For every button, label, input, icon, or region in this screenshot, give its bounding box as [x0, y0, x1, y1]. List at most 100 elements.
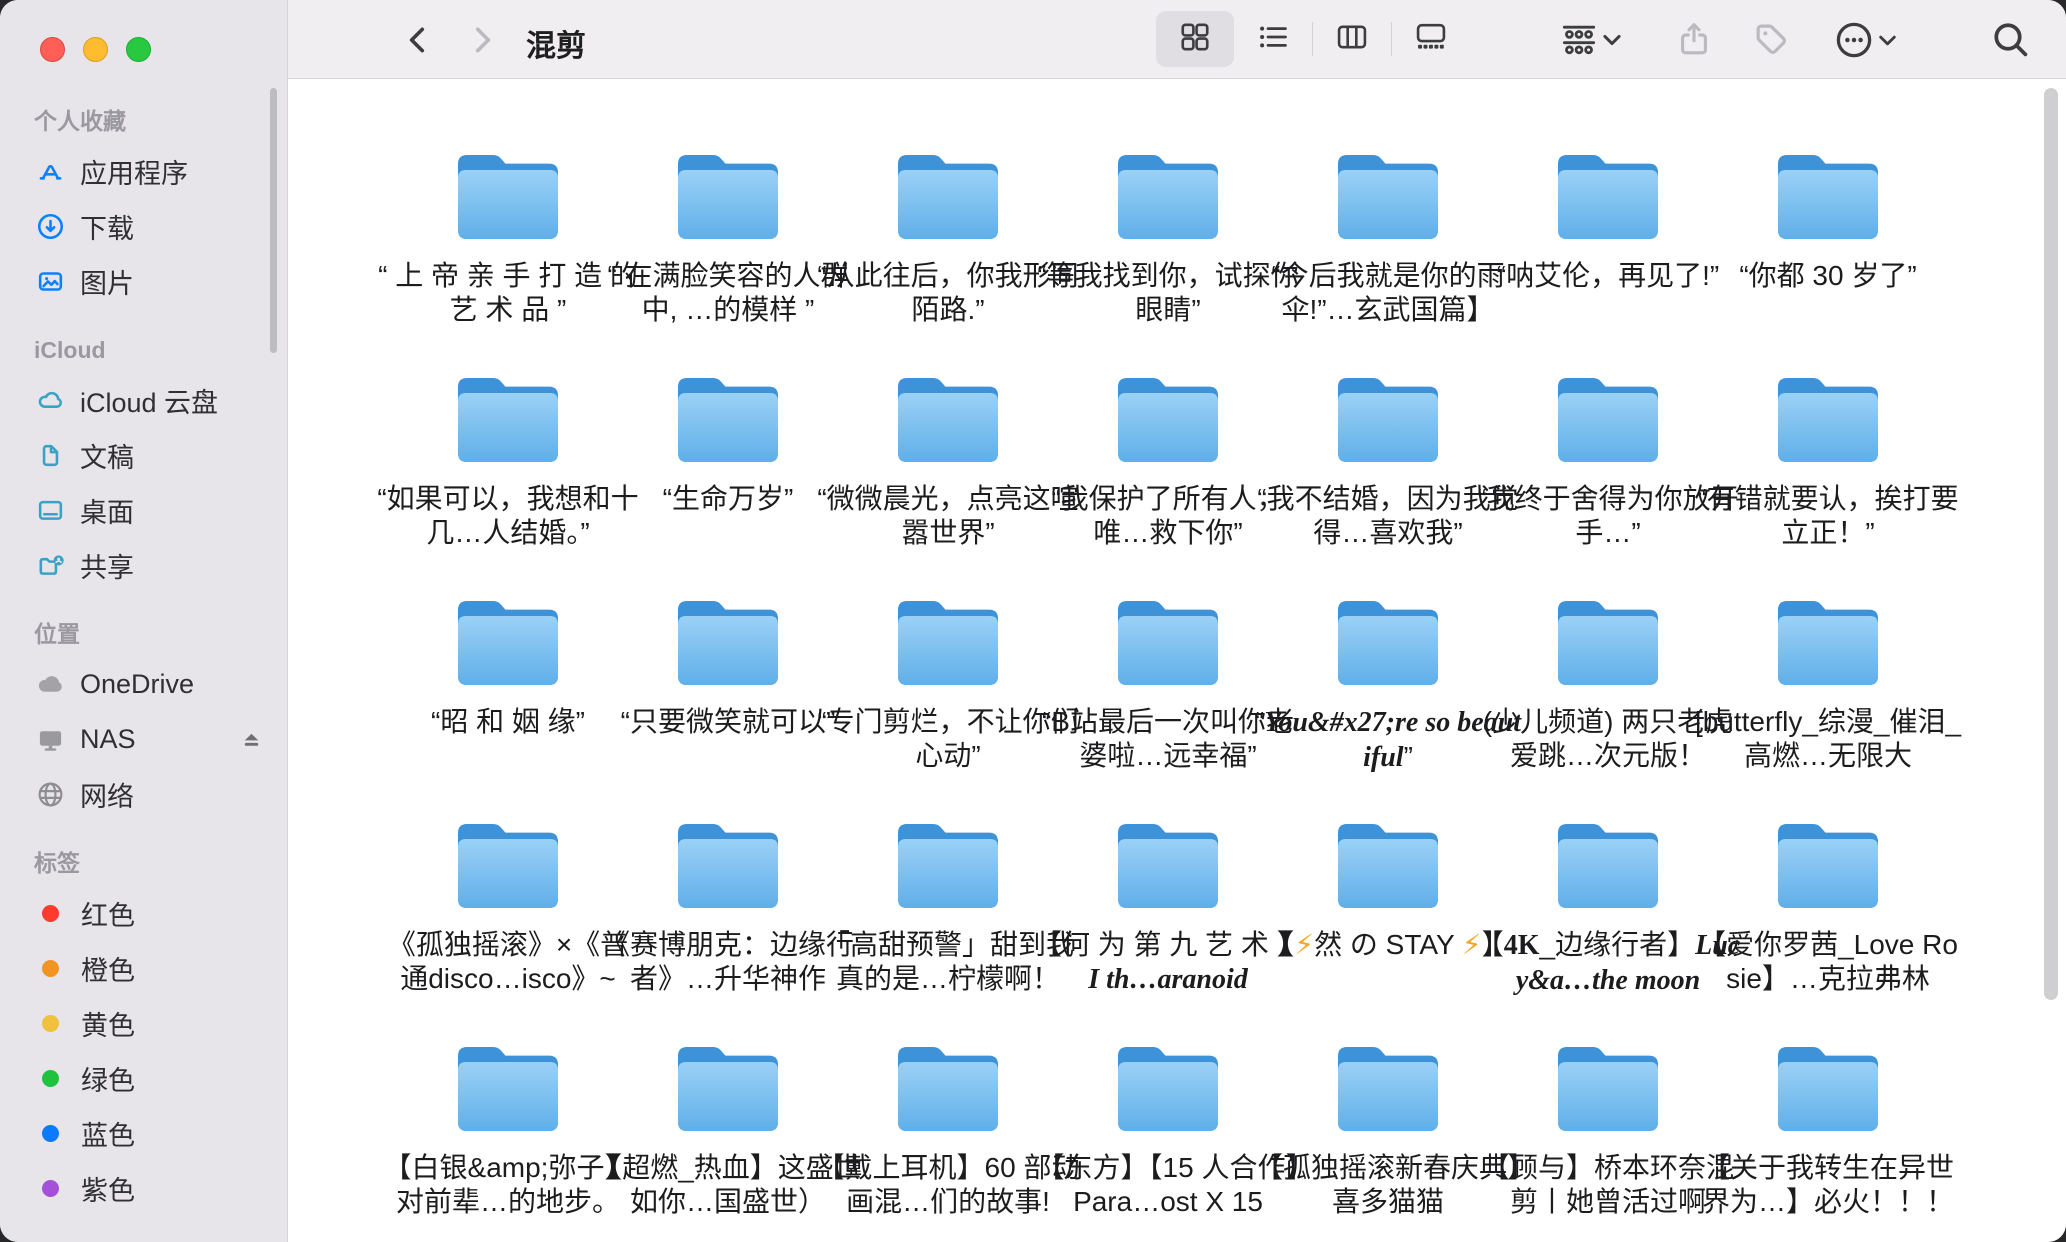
folder-item[interactable]: “我终于舍得为你放开手…”: [1498, 344, 1718, 567]
folder-icon: [1553, 1043, 1663, 1135]
sidebar-item[interactable]: OneDrive: [0, 657, 287, 712]
folder-item[interactable]: “呐艾伦，再见了!”: [1498, 121, 1718, 344]
folder-item[interactable]: “从此往后，你我形同陌路.”: [838, 121, 1058, 344]
eject-icon[interactable]: [238, 726, 265, 753]
folder-item[interactable]: 【何 为 第 九 艺 术 】I th…aranoid: [1058, 790, 1278, 1013]
sidebar-item-label: 紫色: [81, 1169, 135, 1208]
share-button[interactable]: [1672, 18, 1716, 62]
folder-icon: [893, 374, 1003, 466]
list-view-button[interactable]: [1234, 11, 1312, 67]
folder-item[interactable]: “今后我就是你的雨伞!”…玄武国篇】: [1278, 121, 1498, 344]
folder-item[interactable]: 【关于我转生在异世界为…】必火！！！: [1718, 1013, 1938, 1236]
folder-label: [butterfly_综漫_催泪_高燃…无限大: [1694, 705, 1962, 773]
folder-item[interactable]: “等我找到你，试探你眼睛”: [1058, 121, 1278, 344]
sidebar-item[interactable]: 图片: [0, 254, 287, 309]
folder-item[interactable]: “你都 30 岁了”: [1718, 121, 1938, 344]
sidebar-item-label: 网络: [80, 775, 134, 814]
folder-item[interactable]: “我不结婚，因为我觉得…喜欢我”: [1278, 344, 1498, 567]
sidebar-item-label: NAS: [80, 724, 136, 755]
document-icon: [34, 440, 66, 472]
cloud-icon: [34, 385, 66, 417]
sidebar-item[interactable]: 蓝色: [0, 1106, 287, 1161]
folder-item[interactable]: 「高甜预警」甜到我真的是…柠檬啊！: [838, 790, 1058, 1013]
folder-item[interactable]: 【超燃_热血】这盛世如你…国盛世）: [618, 1013, 838, 1236]
folder-item[interactable]: “生命万岁”: [618, 344, 838, 567]
chevron-left-icon: [401, 23, 435, 57]
zoom-button[interactable]: [126, 37, 151, 62]
folder-item[interactable]: 《赛博朋克：边缘行者》…升华神作: [618, 790, 838, 1013]
traffic-lights: [40, 37, 151, 62]
sidebar-item[interactable]: 共享: [0, 538, 287, 593]
folder-item[interactable]: “微微晨光，点亮这喧嚣世界”: [838, 344, 1058, 567]
desktop-icon: [34, 495, 66, 527]
folder-item[interactable]: “ 在满脸笑容的人群中, …的模样 ”: [618, 121, 838, 344]
sidebar-item[interactable]: 桌面: [0, 483, 287, 538]
folder-icon: [1773, 820, 1883, 912]
sidebar-item[interactable]: iCloud 云盘: [0, 373, 287, 428]
folder-item[interactable]: 【顾与】桥本环奈混剪丨她曾活过啊: [1498, 1013, 1718, 1236]
forward-button[interactable]: [464, 22, 500, 58]
folder-item[interactable]: 【4K_边缘行者】Lucy&a…the moon: [1498, 790, 1718, 1013]
folder-icon: [1333, 374, 1443, 466]
folder-icon: [1113, 597, 1223, 689]
folder-item[interactable]: 《孤独摇滚》×《普通disco…isco》~: [398, 790, 618, 1013]
view-switcher: [1156, 10, 1470, 68]
sidebar: 个人收藏应用程序下载图片iCloudiCloud 云盘文稿桌面共享位置OneDr…: [0, 0, 288, 1242]
search-button[interactable]: [1988, 18, 2034, 62]
folder-item[interactable]: 【白银&amp;弥子】对前辈…的地步。: [398, 1013, 618, 1236]
folder-item[interactable]: “专门剪烂，不让你们心动”: [838, 567, 1058, 790]
folder-item[interactable]: “如果可以，我想和十几…人结婚。”: [398, 344, 618, 567]
sidebar-item[interactable]: 紫色: [0, 1161, 287, 1216]
sidebar-section: 个人收藏应用程序下载图片: [0, 106, 287, 309]
folder-item[interactable]: “昭 和 姻 缘”: [398, 567, 618, 790]
folder-item[interactable]: 【孤独摇滚新春庆典】喜多猫猫: [1278, 1013, 1498, 1236]
icons-view-button[interactable]: [1156, 11, 1234, 67]
folder-item[interactable]: “B站最后一次叫你老婆啦…远幸福”: [1058, 567, 1278, 790]
back-button[interactable]: [400, 22, 436, 58]
sidebar-item[interactable]: 绿色: [0, 1051, 287, 1106]
folder-item[interactable]: 【东方】【15 人合作】Para…ost X 15: [1058, 1013, 1278, 1236]
sidebar-item[interactable]: 网络: [0, 767, 287, 822]
tag-button[interactable]: [1750, 18, 1794, 62]
folder-item[interactable]: [butterfly_综漫_催泪_高燃…无限大: [1718, 567, 1938, 790]
sidebar-item-label: 应用程序: [80, 152, 188, 191]
folder-item[interactable]: “有错就要认，挨打要立正！”: [1718, 344, 1938, 567]
folder-icon: [1553, 597, 1663, 689]
folder-contents: “ 上 帝 亲 手 打 造 的 艺 术 品 ” “ 在满脸笑容的人群中, …的模…: [288, 79, 2066, 1242]
folder-icon: [1773, 151, 1883, 243]
folder-item[interactable]: “You&#x27;re so beautiful”: [1278, 567, 1498, 790]
more-actions-button[interactable]: [1830, 18, 1902, 62]
close-button[interactable]: [40, 37, 65, 62]
sidebar-item[interactable]: 红色: [0, 886, 287, 941]
sidebar-scrollbar[interactable]: [270, 88, 277, 353]
sidebar-item[interactable]: 应用程序: [0, 144, 287, 199]
gallery-view-button[interactable]: [1392, 11, 1470, 67]
sidebar-item[interactable]: 橙色: [0, 941, 287, 996]
folder-icon: [1773, 1043, 1883, 1135]
folder-item[interactable]: 【⚡然 の STAY ⚡】: [1278, 790, 1498, 1013]
folder-item[interactable]: 【爱你罗茜_Love Rosie】…克拉弗林: [1718, 790, 1938, 1013]
sidebar-item-label: 文稿: [80, 436, 134, 475]
chevron-right-icon: [465, 23, 499, 57]
folder-item[interactable]: (少儿频道) 两只老虎爱跳…次元版！: [1498, 567, 1718, 790]
sidebar-item[interactable]: 文稿: [0, 428, 287, 483]
sidebar-section-title: iCloud: [34, 335, 287, 365]
columns-view-button[interactable]: [1313, 11, 1391, 67]
chevron-down-icon: [1875, 28, 1900, 53]
folder-item[interactable]: “我保护了所有人，唯…救下你”: [1058, 344, 1278, 567]
folder-item[interactable]: “只要微笑就可以”: [618, 567, 838, 790]
minimize-button[interactable]: [83, 37, 108, 62]
folder-icon: [453, 597, 563, 689]
folder-item[interactable]: 【戴上耳机】60 部动画混…们的故事!: [838, 1013, 1058, 1236]
content-scrollbar[interactable]: [2044, 88, 2058, 1000]
shared-folder-icon: [34, 550, 66, 582]
folder-item[interactable]: “ 上 帝 亲 手 打 造 的 艺 术 品 ”: [398, 121, 618, 344]
group-by-icon: [1559, 21, 1599, 59]
sidebar-item[interactable]: NAS: [0, 712, 287, 767]
sidebar-item[interactable]: 黄色: [0, 996, 287, 1051]
sidebar-item-label: 黄色: [81, 1004, 135, 1043]
sidebar-item-label: 共享: [80, 546, 134, 585]
group-by-button[interactable]: [1554, 20, 1630, 60]
appstore-icon: [34, 156, 66, 188]
sidebar-item[interactable]: 下载: [0, 199, 287, 254]
